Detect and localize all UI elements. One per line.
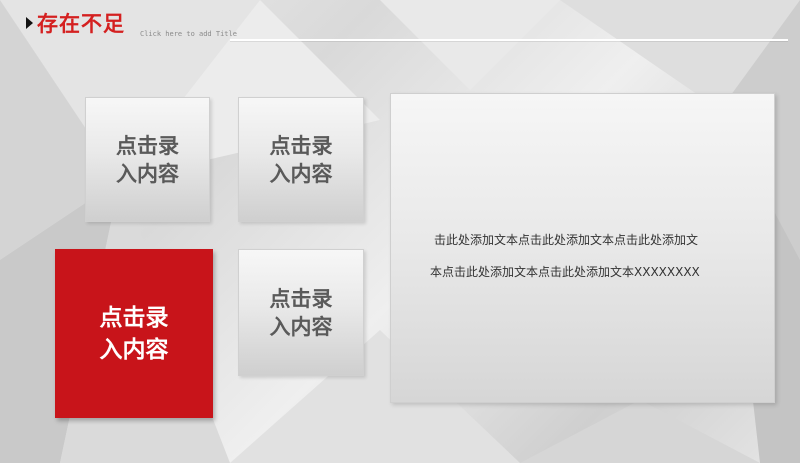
- tile-label: 点击录 入内容: [99, 304, 169, 363]
- title-arrow-icon: [26, 17, 33, 29]
- subtitle-placeholder[interactable]: Click here to add Title: [140, 30, 237, 38]
- content-tile-3[interactable]: 点击录 入内容: [55, 249, 213, 418]
- tile-label: 点击录 入内容: [269, 133, 333, 186]
- page-title[interactable]: 存在不足: [37, 8, 125, 38]
- content-tile-2[interactable]: 点击录 入内容: [238, 97, 364, 222]
- slide-header: 存在不足 Click here to add Title: [0, 0, 800, 50]
- tile-label: 点击录 入内容: [116, 133, 179, 186]
- text-panel[interactable]: 击此处添加文本点击此处添加文本点击此处添加文 本点击此处添加文本点击此处添加文本…: [390, 93, 775, 403]
- content-tile-4[interactable]: 点击录 入内容: [238, 249, 364, 376]
- content-tile-1[interactable]: 点击录 入内容: [85, 97, 210, 222]
- tile-label: 点击录 入内容: [269, 286, 333, 339]
- panel-text-line-1: 击此处添加文本点击此处添加文本点击此处添加文: [434, 233, 699, 247]
- header-divider: [230, 39, 788, 41]
- panel-text-line-2: 本点击此处添加文本点击此处添加文本XXXXXXXX: [430, 265, 700, 279]
